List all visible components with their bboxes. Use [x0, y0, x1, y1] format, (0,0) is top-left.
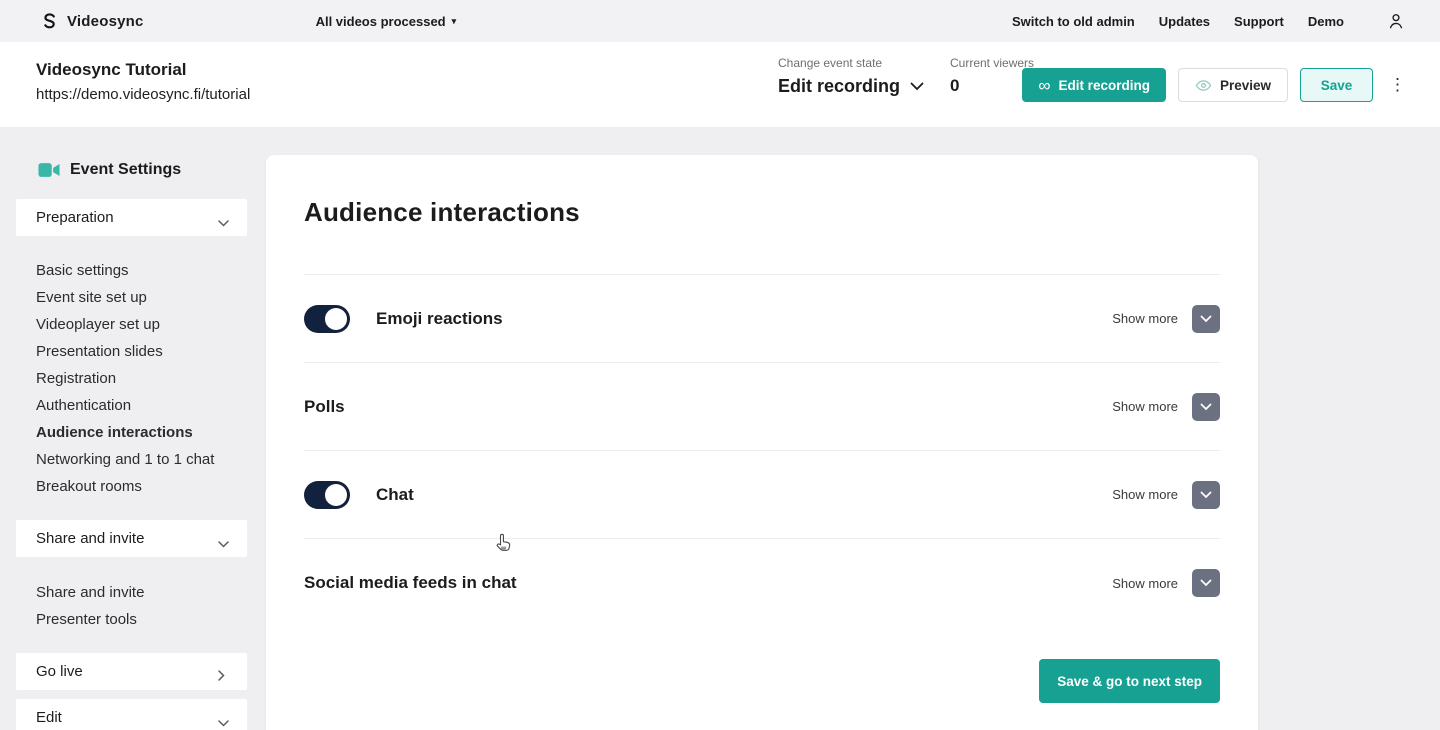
event-title-block: Videosync Tutorial https://demo.videosyn…	[36, 60, 250, 103]
videosync-logo-icon	[40, 12, 59, 31]
preparation-item-list: Basic settings Event site set up Videopl…	[16, 257, 247, 500]
show-more-link[interactable]: Show more	[1112, 487, 1178, 502]
feature-label: Chat	[376, 485, 414, 505]
save-and-next-step-button[interactable]: Save & go to next step	[1039, 659, 1220, 703]
chevron-down-icon	[218, 714, 229, 721]
event-state-dropdown[interactable]: Edit recording	[778, 76, 924, 97]
more-options-kebab-menu[interactable]: ⋮	[1385, 75, 1410, 95]
show-more-link[interactable]: Show more	[1112, 399, 1178, 414]
videos-status-dropdown[interactable]: All videos processed ▾	[316, 14, 457, 29]
toggle-knob	[325, 308, 347, 330]
top-bar: Videosync All videos processed ▾ Switch …	[0, 0, 1440, 42]
user-account-icon[interactable]	[1386, 11, 1406, 31]
sidebar-item-presenter-tools[interactable]: Presenter tools	[36, 606, 247, 633]
link-switch-old-admin[interactable]: Switch to old admin	[1012, 14, 1135, 29]
event-state-value: Edit recording	[778, 76, 900, 97]
event-state-label: Change event state	[778, 56, 924, 70]
sidebar-item-event-site-set-up[interactable]: Event site set up	[36, 284, 247, 311]
dropdown-caret-icon: ▾	[452, 16, 457, 27]
sidebar-section-share-and-invite[interactable]: Share and invite	[16, 520, 247, 557]
brand-home-link[interactable]: Videosync	[40, 12, 144, 31]
sidebar-item-videoplayer-set-up[interactable]: Videoplayer set up	[36, 311, 247, 338]
section-preparation-label: Preparation	[36, 209, 114, 226]
chevron-down-icon	[218, 214, 229, 221]
expand-chevron-button[interactable]	[1192, 569, 1220, 597]
sidebar-title: Event Settings	[70, 161, 181, 179]
sidebar-item-authentication[interactable]: Authentication	[36, 392, 247, 419]
expand-chevron-button[interactable]	[1192, 393, 1220, 421]
card-footer: Save & go to next step	[304, 659, 1220, 703]
audience-interactions-panel: Audience interactions Emoji reactions Sh…	[266, 155, 1258, 730]
sidebar-section-edit[interactable]: Edit	[16, 699, 247, 730]
header-actions: ∞ Edit recording Preview Save ⋮	[1022, 68, 1410, 102]
link-demo[interactable]: Demo	[1308, 14, 1344, 29]
save-button-label: Save	[1321, 78, 1353, 93]
sidebar-item-basic-settings[interactable]: Basic settings	[36, 257, 247, 284]
sidebar-item-networking-1to1-chat[interactable]: Networking and 1 to 1 chat	[36, 446, 247, 473]
save-button[interactable]: Save	[1300, 68, 1373, 102]
page-title: Audience interactions	[304, 197, 1220, 228]
sidebar-item-share-and-invite[interactable]: Share and invite	[36, 579, 247, 606]
topbar-links: Switch to old admin Updates Support Demo	[1012, 11, 1406, 31]
eye-icon	[1195, 79, 1212, 92]
chat-toggle[interactable]	[304, 481, 350, 509]
event-state-block: Change event state Edit recording	[778, 56, 924, 97]
event-header: Videosync Tutorial https://demo.videosyn…	[0, 42, 1440, 127]
section-share-label: Share and invite	[36, 530, 144, 547]
link-updates[interactable]: Updates	[1159, 14, 1210, 29]
section-edit-label: Edit	[36, 709, 62, 726]
feature-row-emoji-reactions: Emoji reactions Show more	[304, 275, 1220, 363]
chevron-down-icon	[910, 82, 924, 91]
chevron-right-icon	[218, 668, 229, 675]
chevron-down-icon	[218, 535, 229, 542]
edit-recording-button[interactable]: ∞ Edit recording	[1022, 68, 1166, 102]
preview-button[interactable]: Preview	[1178, 68, 1288, 102]
expand-chevron-button[interactable]	[1192, 305, 1220, 333]
sidebar-heading: Event Settings	[38, 161, 247, 179]
sidebar-item-breakout-rooms[interactable]: Breakout rooms	[36, 473, 247, 500]
toggle-knob	[325, 484, 347, 506]
sidebar-item-audience-interactions[interactable]: Audience interactions	[36, 419, 247, 446]
expand-chevron-button[interactable]	[1192, 481, 1220, 509]
settings-sidebar: Event Settings Preparation Basic setting…	[16, 127, 247, 730]
page-content: Event Settings Preparation Basic setting…	[0, 127, 1440, 730]
show-more-link[interactable]: Show more	[1112, 576, 1178, 591]
event-url[interactable]: https://demo.videosync.fi/tutorial	[36, 86, 250, 103]
video-camera-icon	[38, 162, 60, 178]
brand-name: Videosync	[67, 13, 144, 30]
emoji-reactions-toggle[interactable]	[304, 305, 350, 333]
videos-status-label: All videos processed	[316, 14, 446, 29]
feature-label: Polls	[304, 397, 345, 417]
link-support[interactable]: Support	[1234, 14, 1284, 29]
feature-row-chat: Chat Show more	[304, 451, 1220, 539]
feature-label: Social media feeds in chat	[304, 573, 517, 593]
infinity-recording-icon: ∞	[1038, 77, 1050, 94]
sidebar-section-go-live[interactable]: Go live	[16, 653, 247, 690]
feature-row-social-media-feeds: Social media feeds in chat Show more	[304, 539, 1220, 627]
preview-button-label: Preview	[1220, 78, 1271, 93]
section-go-live-label: Go live	[36, 663, 83, 680]
sidebar-item-presentation-slides[interactable]: Presentation slides	[36, 338, 247, 365]
feature-label: Emoji reactions	[376, 309, 503, 329]
show-more-link[interactable]: Show more	[1112, 311, 1178, 326]
share-item-list: Share and invite Presenter tools	[16, 579, 247, 633]
sidebar-item-registration[interactable]: Registration	[36, 365, 247, 392]
sidebar-section-preparation[interactable]: Preparation	[16, 199, 247, 236]
feature-row-polls: Polls Show more	[304, 363, 1220, 451]
event-title: Videosync Tutorial	[36, 60, 250, 80]
edit-recording-button-label: Edit recording	[1058, 78, 1150, 93]
